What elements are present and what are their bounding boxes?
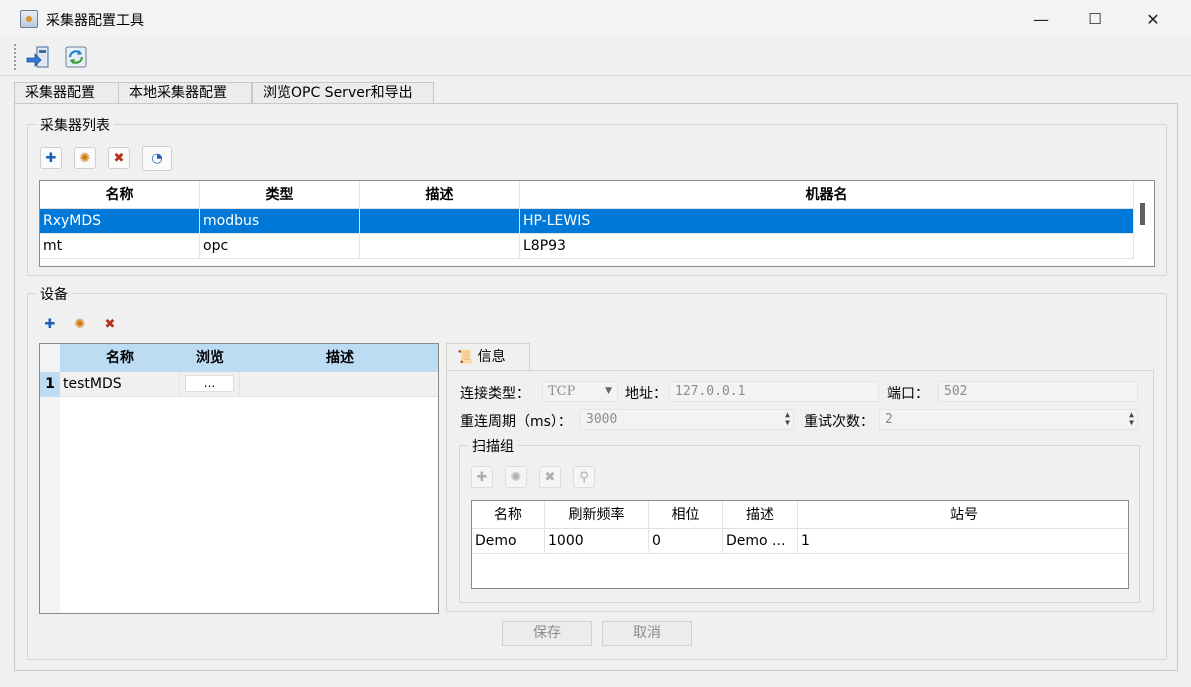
address-field[interactable]: 127.0.0.1: [669, 381, 879, 402]
row-index[interactable]: 1: [40, 372, 60, 397]
delete-device-button[interactable]: ✖: [99, 313, 121, 335]
reconnect-spinbox[interactable]: 3000 ▲ ▼: [580, 409, 794, 430]
delete-icon: ✖: [104, 316, 116, 332]
collector-table: 名称 类型 描述 机器名 RxyMDS modbus HP-LEWIS mt o…: [39, 180, 1155, 267]
col-name[interactable]: 名称: [40, 181, 200, 209]
tab-local-collector-config[interactable]: 本地采集器配置: [118, 82, 252, 104]
device-table-header: 名称 浏览 描述: [60, 344, 438, 372]
minimize-button[interactable]: —: [1012, 0, 1070, 38]
pie-chart-icon: ◔: [151, 151, 163, 166]
gear-icon: ✺: [79, 150, 91, 166]
app-icon: [20, 10, 38, 28]
add-collector-button[interactable]: ✚: [40, 147, 62, 169]
col-scan-desc[interactable]: 描述: [723, 501, 798, 529]
add-scan-group-button[interactable]: ✚: [471, 466, 493, 488]
collector-table-header: 名称 类型 描述 机器名: [40, 181, 1134, 209]
maximize-button[interactable]: ☐: [1066, 0, 1124, 38]
col-device-name[interactable]: 名称: [60, 344, 180, 372]
spin-arrows-icon[interactable]: ▲ ▼: [1129, 411, 1134, 427]
save-button[interactable]: 保存: [502, 621, 592, 646]
collector-list-title: 采集器列表: [36, 115, 114, 135]
title-bar: 采集器配置工具 — ☐ ✕: [0, 0, 1191, 38]
edit-device-button[interactable]: ✺: [69, 313, 91, 335]
conn-type-select[interactable]: TCP ▼: [542, 381, 618, 402]
col-scan-name[interactable]: 名称: [472, 501, 545, 529]
col-scan-phase[interactable]: 相位: [649, 501, 723, 529]
info-icon: 📜: [457, 350, 474, 365]
tab-info[interactable]: 📜 信息: [446, 343, 530, 371]
search-icon: ⚲: [579, 469, 589, 485]
deploy-collector-button[interactable]: ◔: [142, 146, 172, 171]
table-row[interactable]: Demo 1000 0 Demo ... 1: [472, 529, 1128, 554]
refresh-icon[interactable]: [62, 43, 90, 71]
device-title: 设备: [36, 284, 72, 304]
close-button[interactable]: ✕: [1124, 0, 1182, 38]
collector-table-scrollbar[interactable]: [1140, 203, 1145, 225]
scan-group-table: 名称 刷新频率 相位 描述 站号 Demo 1000 0 Demo ... 1: [471, 500, 1129, 589]
delete-icon: ✖: [544, 469, 556, 485]
scan-group: 扫描组 ✚ ✺ ✖ ⚲ 名称 刷新频率 相位 描述 站号 Demo 1000 0…: [459, 436, 1140, 603]
retry-label: 重试次数：: [804, 414, 874, 430]
spin-arrows-icon[interactable]: ▲ ▼: [785, 411, 790, 427]
window-title: 采集器配置工具: [46, 13, 144, 29]
col-device-browse[interactable]: 浏览: [180, 344, 240, 372]
browse-button[interactable]: ...: [185, 375, 234, 392]
tab-browse-opc-export[interactable]: 浏览OPC Server和导出: [252, 82, 434, 104]
plus-icon: ✚: [476, 469, 488, 485]
edit-collector-button[interactable]: ✺: [74, 147, 96, 169]
reconnect-label: 重连周期（ms）：: [460, 414, 572, 430]
tab-collector-config[interactable]: 采集器配置: [14, 82, 118, 104]
table-row[interactable]: RxyMDS modbus HP-LEWIS: [40, 209, 1134, 234]
chevron-down-icon: ▼: [605, 386, 612, 396]
toolbar-grip[interactable]: [14, 44, 17, 70]
gear-icon: ✺: [510, 469, 522, 485]
col-desc[interactable]: 描述: [360, 181, 520, 209]
info-panel: 连接类型： TCP ▼ 地址： 127.0.0.1 端口： 502 重连周期（m…: [446, 370, 1154, 612]
tab-panel: 采集器列表 ✚ ✺ ✖ ◔ 名称 类型 描述 机器名 RxyMDS modbus…: [14, 103, 1178, 671]
col-type[interactable]: 类型: [200, 181, 360, 209]
device-group: 设备 ✚ ✺ ✖ 名称 浏览 描述 1 testMDS ... 📜 信息 连接类…: [27, 284, 1167, 660]
plus-icon: ✚: [45, 150, 57, 166]
col-scan-station[interactable]: 站号: [798, 501, 1128, 529]
table-row[interactable]: testMDS ...: [60, 372, 438, 397]
col-scan-rate[interactable]: 刷新频率: [545, 501, 649, 529]
export-icon[interactable]: [24, 43, 52, 71]
conn-type-label: 连接类型：: [460, 386, 530, 402]
main-toolbar: [0, 38, 1191, 76]
table-row[interactable]: mt opc L8P93: [40, 234, 1134, 259]
add-device-button[interactable]: ✚: [39, 313, 61, 335]
delete-scan-group-button[interactable]: ✖: [539, 466, 561, 488]
cancel-button[interactable]: 取消: [602, 621, 692, 646]
gear-icon: ✺: [74, 316, 86, 332]
delete-collector-button[interactable]: ✖: [108, 147, 130, 169]
device-table: 名称 浏览 描述 1 testMDS ...: [39, 343, 439, 614]
plus-icon: ✚: [44, 316, 56, 332]
collector-list-group: 采集器列表 ✚ ✺ ✖ ◔ 名称 类型 描述 机器名 RxyMDS modbus…: [27, 115, 1167, 276]
delete-icon: ✖: [113, 150, 125, 166]
edit-scan-group-button[interactable]: ✺: [505, 466, 527, 488]
address-label: 地址：: [625, 386, 667, 402]
scan-group-header: 名称 刷新频率 相位 描述 站号: [472, 501, 1128, 529]
port-field[interactable]: 502: [938, 381, 1138, 402]
col-machine[interactable]: 机器名: [520, 181, 1134, 209]
port-label: 端口：: [887, 386, 929, 402]
col-device-desc[interactable]: 描述: [240, 344, 438, 372]
search-scan-group-button[interactable]: ⚲: [573, 466, 595, 488]
scan-group-title: 扫描组: [468, 436, 518, 456]
retry-spinbox[interactable]: 2 ▲ ▼: [879, 409, 1138, 430]
